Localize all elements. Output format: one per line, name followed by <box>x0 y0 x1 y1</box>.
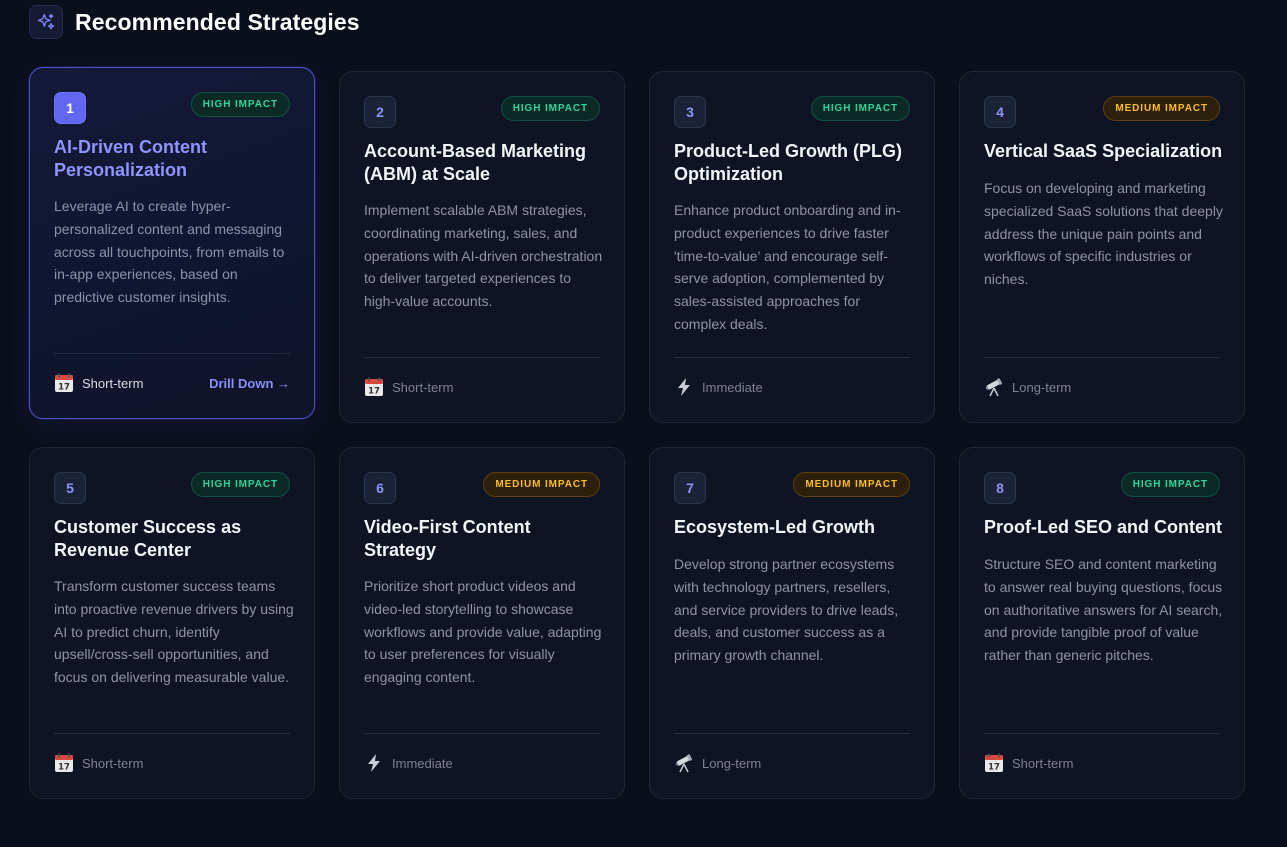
svg-text:17: 17 <box>58 383 70 393</box>
timeframe: Long-term <box>674 753 761 773</box>
timeframe-label: Immediate <box>702 379 763 395</box>
card-divider <box>984 733 1220 734</box>
impact-badge: HIGH IMPACT <box>190 472 290 497</box>
page-title: Recommended Strategies <box>75 8 360 35</box>
section-header: Recommended Strategies <box>29 5 360 39</box>
strategy-title: Product-Led Growth (PLG) Optimization <box>674 141 902 184</box>
timeframe: Immediate <box>364 753 453 773</box>
timeframe-label: Short-term <box>1012 755 1074 771</box>
strategy-number: 7 <box>674 472 706 504</box>
strategy-description: Transform customer success teams into pr… <box>54 578 294 686</box>
impact-badge: HIGH IMPACT <box>810 96 910 121</box>
strategy-title: Proof-Led SEO and Content <box>984 517 1222 537</box>
card-footer: 17 Short-term <box>984 752 1220 774</box>
calendar-icon: 17 <box>984 753 1004 773</box>
calendar-icon: 17 <box>54 373 74 393</box>
card-divider <box>364 733 600 734</box>
timeframe: Long-term <box>984 377 1071 397</box>
strategy-title: Customer Success as Revenue Center <box>54 517 242 560</box>
strategy-card[interactable]: 6 MEDIUM IMPACT Video-First Content Strate… <box>339 447 625 799</box>
strategy-number: 4 <box>984 96 1016 128</box>
card-footer: 17 Short-term Drill Down → <box>54 372 290 394</box>
strategy-card[interactable]: 4 MEDIUM IMPACT Vertical SaaS Specializati… <box>959 71 1245 423</box>
strategy-description: Enhance product onboarding and in-produc… <box>674 202 901 332</box>
card-footer: 17 Short-term <box>364 376 600 398</box>
impact-badge: MEDIUM IMPACT <box>483 472 600 497</box>
sparkles-icon <box>29 5 63 39</box>
strategy-title: Video-First Content Strategy <box>364 517 531 560</box>
strategy-description: Implement scalable ABM strategies, coord… <box>364 202 603 310</box>
card-footer: Immediate <box>674 376 910 398</box>
card-divider <box>984 357 1220 358</box>
strategy-card[interactable]: 2 HIGH IMPACT Account-Based Marketing (ABM… <box>339 71 625 423</box>
timeframe-label: Short-term <box>82 755 144 771</box>
impact-badge: HIGH IMPACT <box>190 92 290 117</box>
impact-badge: MEDIUM IMPACT <box>1103 96 1220 121</box>
strategy-title: Account-Based Marketing (ABM) at Scale <box>364 141 587 184</box>
card-divider <box>674 357 910 358</box>
lightning-icon <box>364 753 384 773</box>
strategy-card[interactable]: 8 HIGH IMPACT Proof-Led SEO and Content Str… <box>959 447 1245 799</box>
timeframe: 17 Short-term <box>364 377 453 397</box>
impact-badge: MEDIUM IMPACT <box>793 472 910 497</box>
timeframe: Immediate <box>674 377 763 397</box>
svg-text:17: 17 <box>368 387 380 397</box>
svg-text:17: 17 <box>58 763 70 773</box>
strategy-card[interactable]: 1 HIGH IMPACT AI-Driven Content Personaliz… <box>29 67 315 419</box>
strategy-description: Leverage AI to create hyper-personalized… <box>54 198 285 306</box>
timeframe-label: Immediate <box>392 755 453 771</box>
drill-down-link[interactable]: Drill Down → <box>209 376 290 391</box>
strategy-card[interactable]: 3 HIGH IMPACT Product-Led Growth (PLG) Opt… <box>649 71 935 423</box>
strategy-description: Develop strong partner ecosystems with t… <box>674 556 899 664</box>
strategy-card[interactable]: 7 MEDIUM IMPACT Ecosystem-Led Growth Develo… <box>649 447 935 799</box>
calendar-icon: 17 <box>364 377 384 397</box>
telescope-icon <box>674 753 694 773</box>
timeframe: 17 Short-term <box>984 753 1073 773</box>
card-divider <box>364 357 600 358</box>
card-footer: Long-term <box>984 376 1220 398</box>
strategy-title: AI-Driven Content Personalization <box>54 137 207 180</box>
strategy-number: 1 <box>54 92 86 124</box>
strategy-number: 5 <box>54 472 86 504</box>
strategy-description: Prioritize short product videos and vide… <box>364 578 602 686</box>
impact-badge: HIGH IMPACT <box>1120 472 1220 497</box>
timeframe-label: Long-term <box>702 755 762 771</box>
strategy-title: Ecosystem-Led Growth <box>674 517 876 537</box>
strategy-number: 8 <box>984 472 1016 504</box>
timeframe-label: Short-term <box>392 379 454 395</box>
card-divider <box>674 733 910 734</box>
strategy-number: 3 <box>674 96 706 128</box>
timeframe-label: Short-term <box>82 375 144 391</box>
card-footer: Long-term <box>674 752 910 774</box>
calendar-icon: 17 <box>54 753 74 773</box>
strategy-description: Structure SEO and content marketing to a… <box>984 556 1223 664</box>
telescope-icon <box>984 377 1004 397</box>
card-footer: 17 Short-term <box>54 752 290 774</box>
card-footer: Immediate <box>364 752 600 774</box>
timeframe: 17 Short-term <box>54 753 143 773</box>
lightning-icon <box>674 377 694 397</box>
card-divider <box>54 353 290 354</box>
strategy-description: Focus on developing and marketing specia… <box>984 180 1223 288</box>
impact-badge: HIGH IMPACT <box>500 96 600 121</box>
card-divider <box>54 733 290 734</box>
strategy-number: 6 <box>364 472 396 504</box>
svg-text:17: 17 <box>988 763 1000 773</box>
strategy-number: 2 <box>364 96 396 128</box>
strategy-card[interactable]: 5 HIGH IMPACT Customer Success as Revenue … <box>29 447 315 799</box>
timeframe: 17 Short-term <box>54 373 143 393</box>
strategy-title: Vertical SaaS Specialization <box>984 141 1223 161</box>
timeframe-label: Long-term <box>1012 379 1072 395</box>
